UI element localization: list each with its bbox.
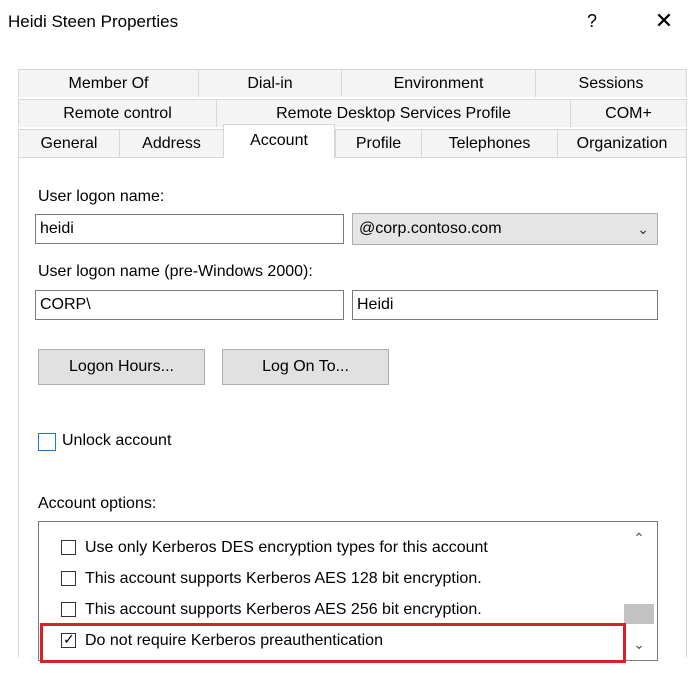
tab-com-plus[interactable]: COM+ bbox=[570, 99, 687, 127]
option-label: Use only Kerberos DES encryption types f… bbox=[85, 539, 488, 556]
pre2000-domain-field: CORP\ bbox=[35, 290, 344, 320]
chevron-down-icon: ⌄ bbox=[637, 221, 649, 237]
tab-sessions[interactable]: Sessions bbox=[535, 69, 687, 97]
tab-profile[interactable]: Profile bbox=[335, 129, 421, 157]
option-checkbox-checked[interactable]: ✓ bbox=[61, 631, 76, 648]
tab-address[interactable]: Address bbox=[119, 129, 223, 157]
scroll-down-arrow-icon[interactable]: ⌄ bbox=[621, 628, 657, 660]
tab-telephones[interactable]: Telephones bbox=[421, 129, 557, 157]
pre2000-label: User logon name (pre-Windows 2000): bbox=[38, 263, 313, 280]
scroll-up-arrow-icon[interactable]: ⌃ bbox=[621, 522, 657, 554]
scroll-thumb[interactable] bbox=[624, 604, 654, 624]
logon-name-label: User logon name: bbox=[38, 188, 165, 205]
tab-organization[interactable]: Organization bbox=[557, 129, 687, 157]
account-options-label: Account options: bbox=[38, 495, 157, 512]
unlock-account-label: Unlock account bbox=[62, 432, 172, 449]
unlock-account-checkbox[interactable] bbox=[38, 433, 56, 451]
tab-member-of[interactable]: Member Of bbox=[18, 69, 198, 97]
tab-general[interactable]: General bbox=[18, 129, 119, 157]
domain-select-value: @corp.contoso.com bbox=[359, 220, 502, 237]
close-button[interactable]: ✕ bbox=[648, 6, 680, 36]
tab-dial-in[interactable]: Dial-in bbox=[198, 69, 341, 97]
logon-name-input[interactable]: heidi bbox=[35, 214, 344, 244]
tab-rds-profile[interactable]: Remote Desktop Services Profile bbox=[216, 99, 570, 127]
logon-hours-button[interactable]: Logon Hours... bbox=[38, 349, 205, 385]
option-label: This account supports Kerberos AES 128 b… bbox=[85, 570, 482, 587]
tab-remote-control[interactable]: Remote control bbox=[18, 99, 216, 127]
window-title: Heidi Steen Properties bbox=[8, 12, 179, 31]
option-checkbox[interactable] bbox=[61, 602, 76, 617]
checkmark-icon: ✓ bbox=[63, 631, 75, 647]
tab-environment[interactable]: Environment bbox=[341, 69, 535, 97]
log-on-to-button[interactable]: Log On To... bbox=[222, 349, 389, 385]
option-label: Do not require Kerberos preauthenticatio… bbox=[85, 632, 383, 649]
tab-account[interactable]: Account bbox=[223, 124, 335, 158]
option-checkbox[interactable] bbox=[61, 540, 76, 555]
help-button[interactable]: ? bbox=[578, 6, 606, 36]
pre2000-username-input[interactable]: Heidi bbox=[352, 290, 658, 320]
domain-select[interactable]: @corp.contoso.com ⌄ bbox=[352, 213, 658, 245]
option-checkbox[interactable] bbox=[61, 571, 76, 586]
account-options-list[interactable]: Use only Kerberos DES encryption types f… bbox=[38, 521, 658, 661]
option-label: This account supports Kerberos AES 256 b… bbox=[85, 601, 482, 618]
scrollbar[interactable]: ⌃ ⌄ bbox=[621, 522, 657, 660]
